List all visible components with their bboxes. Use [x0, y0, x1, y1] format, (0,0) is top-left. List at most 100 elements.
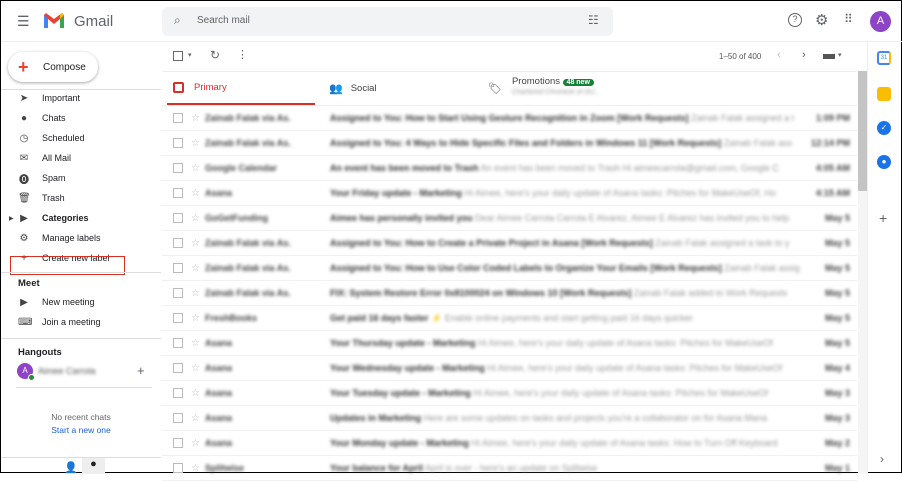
star-icon[interactable]: ☆ — [191, 288, 205, 299]
email-row[interactable]: ☆ Zainab Falak via As. Assigned to You: … — [162, 256, 857, 281]
hangouts-icon[interactable]: ● — [82, 458, 105, 474]
email-date: May 5 — [824, 288, 850, 298]
row-checkbox[interactable] — [173, 213, 183, 223]
compose-button[interactable]: + Compose — [8, 52, 98, 82]
star-icon[interactable]: ☆ — [191, 263, 205, 274]
email-row[interactable]: ☆ Zainab Falak via As. FIX: System Resto… — [162, 281, 857, 306]
expand-caret-icon[interactable]: ▶ — [9, 215, 14, 222]
email-sender: FreshBooks — [205, 313, 258, 323]
email-row[interactable]: ☆ Asana Your Wednesday update - Marketin… — [162, 356, 857, 381]
tab-social[interactable]: 👥 Social — [329, 71, 477, 106]
next-page-icon[interactable]: › — [802, 49, 806, 61]
email-subject-line: An event has been moved to Trash An even… — [330, 163, 805, 173]
density-icon[interactable] — [823, 54, 835, 59]
mail-icon: ✉ — [19, 152, 29, 164]
email-row[interactable]: ☆ Asana Your Friday update - Marketing H… — [162, 181, 857, 206]
row-checkbox[interactable] — [173, 463, 183, 473]
apps-grid-icon[interactable]: ⠿ — [844, 12, 853, 26]
tab-primary[interactable]: Primary — [167, 71, 315, 106]
more-options-icon[interactable]: ⋮ — [237, 48, 248, 61]
add-chat-plus-icon[interactable]: + — [137, 363, 145, 378]
row-checkbox[interactable] — [173, 313, 183, 323]
star-icon[interactable]: ☆ — [191, 163, 205, 174]
row-checkbox[interactable] — [173, 163, 183, 173]
email-snippet: Hi Aimee, here's your daily update of As… — [487, 363, 783, 373]
email-row[interactable]: ☆ Google Calendar An event has been move… — [162, 156, 857, 181]
tab-promotions[interactable]: 🏷 Promotions 48 new Chartered Chronicle … — [488, 71, 688, 106]
row-checkbox[interactable] — [173, 263, 183, 273]
row-checkbox[interactable] — [173, 188, 183, 198]
add-addon-plus-icon[interactable]: + — [879, 210, 887, 226]
email-subject-line: Your Friday update - Marketing Hi Aimee,… — [330, 188, 805, 198]
row-checkbox[interactable] — [173, 338, 183, 348]
star-icon[interactable]: ☆ — [191, 463, 205, 474]
email-row[interactable]: ☆ Splitwise Your balance for April April… — [162, 456, 857, 481]
right-side-panel — [867, 42, 902, 474]
star-icon[interactable]: ☆ — [191, 413, 205, 424]
email-row[interactable]: ☆ Asana Your Tuesday update - Marketing … — [162, 381, 857, 406]
tasks-icon[interactable]: ✓ — [877, 121, 891, 135]
density-dropdown-icon[interactable]: ▾ — [838, 51, 842, 59]
scrollbar[interactable] — [858, 71, 867, 474]
email-subject-line: Aimee has personally invited you Dear Ai… — [330, 213, 805, 223]
prev-page-icon[interactable]: ‹ — [777, 49, 781, 61]
star-icon[interactable]: ☆ — [191, 113, 205, 124]
sidebar-item-manage-labels[interactable]: ⚙ Manage labels — [1, 228, 156, 248]
star-icon[interactable]: ☆ — [191, 313, 205, 324]
no-recent-chats: No recent chats — [51, 412, 111, 422]
search-input[interactable]: Search mail — [197, 15, 250, 26]
contacts-person-icon[interactable]: 👤 — [64, 461, 78, 474]
hangouts-user[interactable]: Aimee Carrola — [38, 366, 96, 376]
star-icon[interactable]: ☆ — [191, 213, 205, 224]
email-row[interactable]: ☆ Asana Updates in Marketing Here are so… — [162, 406, 857, 431]
new-meeting-button[interactable]: ▶ New meeting — [1, 292, 156, 312]
star-icon[interactable]: ☆ — [191, 238, 205, 249]
select-all-checkbox[interactable] — [173, 51, 183, 61]
email-row[interactable]: ☆ Zainab Falak via As. Assigned to You: … — [162, 131, 857, 156]
sidebar-item-trash[interactable]: 🗑 Trash — [1, 188, 156, 208]
email-row[interactable]: ☆ GoGetFunding Aimee has personally invi… — [162, 206, 857, 231]
email-row[interactable]: ☆ Zainab Falak via As. Assigned to You: … — [162, 231, 857, 256]
email-row[interactable]: ☆ Asana Your Thursday update - Marketing… — [162, 331, 857, 356]
start-new-chat-link[interactable]: Start a new one — [1, 425, 161, 435]
contacts-icon[interactable]: ● — [877, 155, 891, 169]
expand-panel-chevron-icon[interactable]: › — [880, 452, 884, 466]
keep-icon[interactable] — [877, 87, 891, 101]
search-options-icon[interactable]: ☷ — [588, 13, 599, 27]
star-icon[interactable]: ☆ — [191, 188, 205, 199]
join-meeting-button[interactable]: ⌨ Join a meeting — [1, 312, 156, 332]
email-row[interactable]: ☆ FreshBooks Get paid 16 days faster ⚡ E… — [162, 306, 857, 331]
row-checkbox[interactable] — [173, 288, 183, 298]
row-checkbox[interactable] — [173, 438, 183, 448]
sidebar-item-scheduled[interactable]: ◷ Scheduled — [1, 128, 156, 148]
row-checkbox[interactable] — [173, 238, 183, 248]
sidebar-item-categories[interactable]: ▶ ▶ Categories — [1, 208, 156, 228]
row-checkbox[interactable] — [173, 138, 183, 148]
search-icon[interactable]: ⌕ — [174, 13, 181, 28]
star-icon[interactable]: ☆ — [191, 438, 205, 449]
refresh-icon[interactable]: ↻ — [210, 48, 220, 62]
star-icon[interactable]: ☆ — [191, 388, 205, 399]
row-checkbox[interactable] — [173, 413, 183, 423]
star-icon[interactable]: ☆ — [191, 363, 205, 374]
select-dropdown-icon[interactable]: ▾ — [188, 51, 192, 59]
calendar-icon[interactable]: 31 — [877, 51, 891, 65]
sidebar-item-important[interactable]: ➤ Important — [1, 88, 156, 108]
sidebar-item-chats[interactable]: ● Chats — [1, 108, 156, 128]
email-subject-line: FIX: System Restore Error 0x8100024 on W… — [330, 288, 805, 298]
row-checkbox[interactable] — [173, 388, 183, 398]
email-row[interactable]: ☆ Asana Your Monday update - Marketing H… — [162, 431, 857, 456]
settings-gear-icon[interactable]: ⚙ — [815, 11, 828, 29]
help-icon[interactable]: ? — [788, 13, 802, 27]
sidebar-item-all-mail[interactable]: ✉ All Mail — [1, 148, 156, 168]
row-checkbox[interactable] — [173, 363, 183, 373]
main-menu-icon[interactable]: ☰ — [17, 13, 30, 30]
star-icon[interactable]: ☆ — [191, 138, 205, 149]
compose-plus-icon: + — [18, 56, 29, 77]
star-icon[interactable]: ☆ — [191, 338, 205, 349]
email-row[interactable]: ☆ Zainab Falak via As. Assigned to You: … — [162, 106, 857, 131]
row-checkbox[interactable] — [173, 113, 183, 123]
sidebar-item-spam[interactable]: ⓿ Spam — [1, 168, 156, 188]
avatar[interactable]: A — [870, 11, 891, 32]
search-bar[interactable]: ⌕ Search mail ☷ — [162, 7, 613, 36]
